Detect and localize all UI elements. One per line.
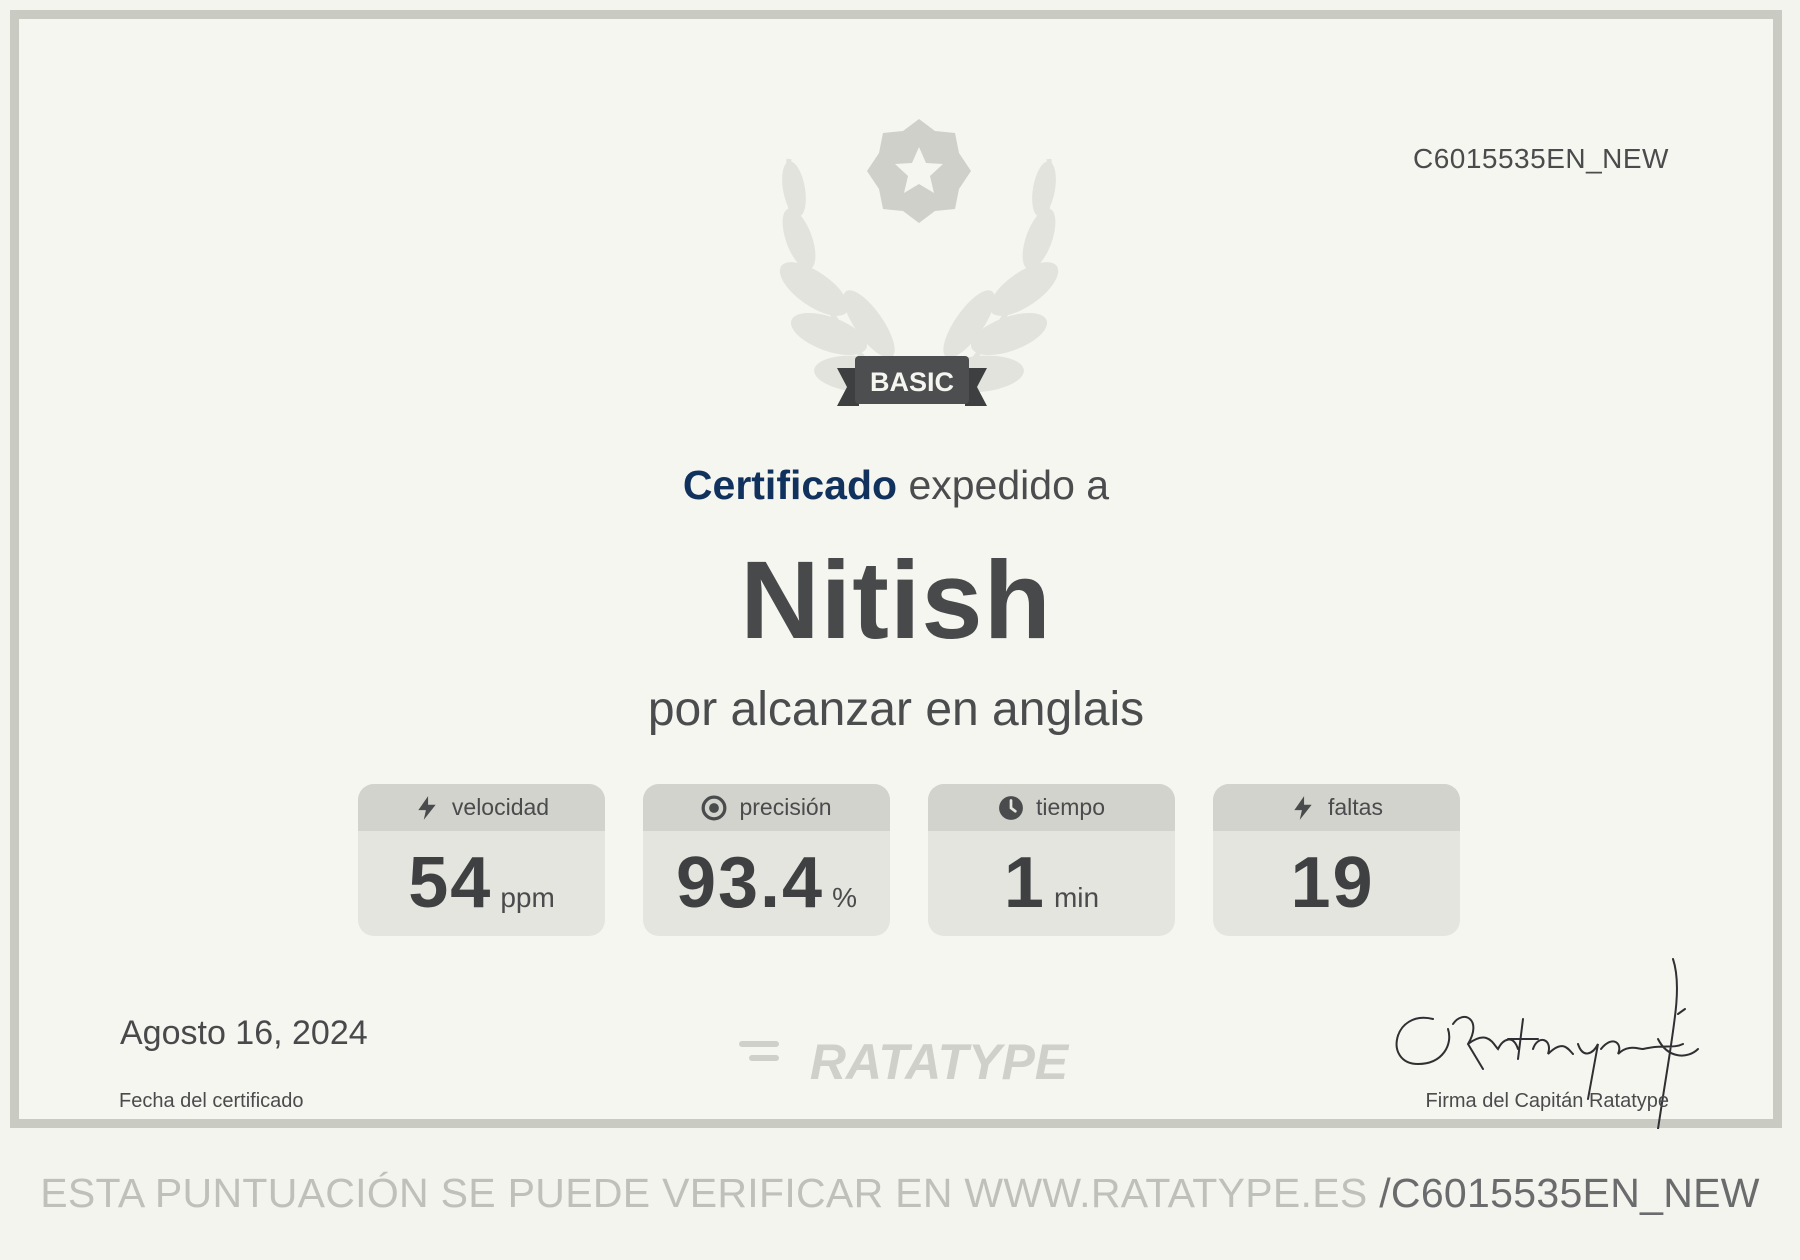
stat-accuracy-value: 93.4 <box>675 843 825 923</box>
stat-time-label: tiempo <box>1035 794 1106 820</box>
certificate-date-label: Fecha del certificado <box>119 1090 304 1112</box>
achievement-subtitle: por alcanzar en anglais <box>647 683 1145 736</box>
stat-time-value: 1 <box>1003 843 1046 923</box>
stat-speed-value: 54 <box>408 843 493 923</box>
issued-rest-text: expedido a <box>897 462 1110 508</box>
verification-notice: ESTA PUNTUACIÓN SE PUEDE VERIFICAR EN WW… <box>0 1170 1800 1217</box>
ratatype-logo: RATATYPE <box>739 1034 1070 1089</box>
clock-icon <box>999 795 1023 820</box>
stat-accuracy-label: precisión <box>739 794 832 820</box>
lightning-icon <box>418 795 436 820</box>
issued-strong-text: Certificado <box>682 462 898 508</box>
verification-prefix: ESTA PUNTUACIÓN SE PUEDE VERIFICAR EN WW… <box>40 1170 1380 1216</box>
stat-errors-value: 19 <box>1290 843 1375 923</box>
stat-time: tiempo 1 min <box>928 784 1175 936</box>
stat-errors-label: faltas <box>1328 794 1383 820</box>
stat-speed-unit: ppm <box>500 882 555 913</box>
issued-to-heading: Certificado expedido a <box>19 462 1773 509</box>
certificate-date: Agosto 16, 2024 <box>120 1014 368 1052</box>
stat-errors-header: faltas <box>1213 784 1460 831</box>
logo-text: RATATYPE <box>810 1034 1070 1089</box>
level-badge-text: BASIC <box>869 367 954 397</box>
verification-link[interactable]: /C6015535EN_NEW <box>1379 1170 1760 1216</box>
stat-speed: velocidad 54 ppm <box>358 784 605 936</box>
recipient-name: Nitish <box>740 539 1052 662</box>
stat-speed-label: velocidad <box>451 794 550 820</box>
lightning-icon <box>1294 795 1312 820</box>
stat-accuracy-header: precisión <box>643 784 890 831</box>
stat-accuracy: precisión 93.4 % <box>643 784 890 936</box>
stat-speed-header: velocidad <box>358 784 605 831</box>
certificate-id: C6015535EN_NEW <box>1412 143 1669 174</box>
stat-accuracy-unit: % <box>832 882 858 913</box>
stat-time-header: tiempo <box>928 784 1175 831</box>
signature-label: Firma del Capitán Ratatype <box>1425 1090 1669 1112</box>
certificate-card: C6015535EN_NEW BASIC Certificado expedid… <box>10 10 1782 1129</box>
stat-errors: faltas 19 <box>1213 784 1460 936</box>
target-icon <box>702 795 727 820</box>
stat-time-unit: min <box>1053 882 1100 913</box>
